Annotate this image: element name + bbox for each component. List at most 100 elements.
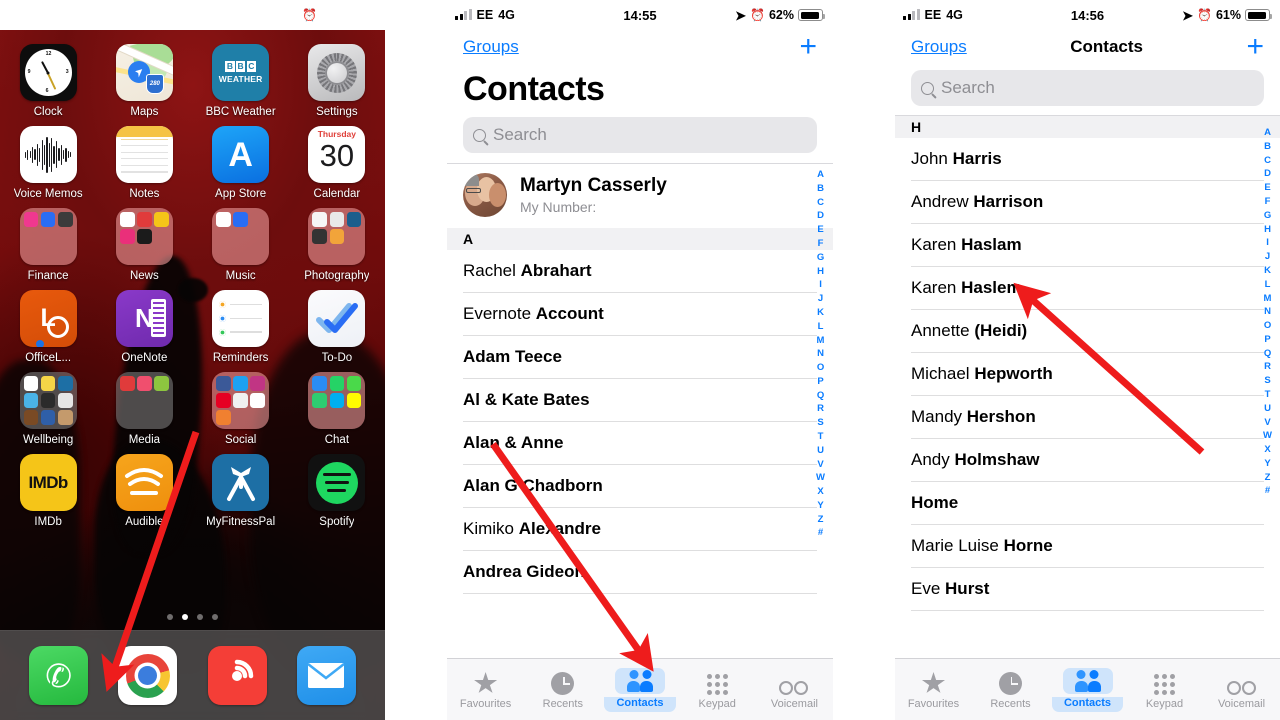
add-contact-button[interactable]: + [1246, 32, 1264, 62]
tab-favourites[interactable]: Favourites [447, 659, 524, 720]
page-dot[interactable] [212, 614, 218, 620]
contact-row[interactable]: Evernote Account [447, 293, 833, 336]
alphabet-index-letter[interactable]: L [816, 320, 826, 334]
app-imdb[interactable]: IMDb IMDb [0, 446, 96, 528]
alphabet-index-letter[interactable]: Y [1262, 457, 1272, 471]
alphabet-index-letter[interactable]: C [1262, 154, 1273, 168]
alphabet-index-letter[interactable]: W [814, 471, 827, 485]
alphabet-index-letter[interactable]: G [815, 251, 826, 265]
folder-news[interactable]: News [96, 200, 192, 282]
folder-wellbeing[interactable]: Wellbeing [0, 364, 96, 446]
app-audible[interactable]: Audible [96, 446, 192, 528]
app-notes[interactable]: Notes [96, 118, 192, 200]
folder-social[interactable]: Social [193, 364, 289, 446]
folder-music[interactable]: Music [193, 200, 289, 282]
contact-row[interactable]: Al & Kate Bates [447, 379, 833, 422]
alphabet-index-letter[interactable]: B [1262, 140, 1273, 154]
alphabet-index-letter[interactable]: S [815, 416, 825, 430]
page-indicator-dots[interactable] [0, 614, 385, 620]
alphabet-index-letter[interactable]: U [1262, 402, 1273, 416]
alphabet-index-letter[interactable]: H [1262, 222, 1273, 236]
alphabet-index-letter[interactable]: O [815, 361, 826, 375]
app-myfitnesspal[interactable]: MyFitnessPal [193, 446, 289, 528]
contact-row[interactable]: Adam Teece [447, 336, 833, 379]
page-dot[interactable] [197, 614, 203, 620]
alphabet-index-letter[interactable]: N [1262, 305, 1273, 319]
alphabet-index-letter[interactable]: J [1263, 250, 1272, 264]
tab-contacts[interactable]: Contacts [1049, 659, 1126, 720]
alphabet-index-letter[interactable]: D [815, 209, 826, 223]
add-contact-button[interactable]: + [799, 32, 817, 62]
alphabet-index-letter[interactable]: Q [815, 389, 826, 403]
alphabet-index-letter[interactable]: L [1263, 278, 1273, 292]
groups-button[interactable]: Groups [463, 37, 519, 57]
contact-row[interactable]: Alan & Anne [447, 422, 833, 465]
alphabet-index-letter[interactable]: V [1262, 415, 1272, 429]
alphabet-index-letter[interactable]: A [1262, 126, 1273, 140]
contact-row[interactable]: Marie Luise Horne [895, 525, 1280, 568]
alphabet-index-letter[interactable]: O [1262, 319, 1273, 333]
alphabet-index[interactable]: A B C D E F G H I J K L M N O P Q R S T U V W X Y Z # [814, 168, 827, 540]
dock-app-phone[interactable]: ✆ [29, 646, 89, 705]
page-dot-active[interactable] [182, 614, 188, 620]
tab-recents[interactable]: Recents [972, 659, 1049, 720]
alphabet-index-letter[interactable]: Z [1263, 471, 1273, 485]
alphabet-index-letter[interactable]: # [1263, 484, 1272, 498]
contact-row[interactable]: Karen Haslem [895, 267, 1280, 310]
alphabet-index-letter[interactable]: X [1262, 443, 1272, 457]
alphabet-index-letter[interactable]: A [815, 168, 826, 182]
dock-app-mail[interactable] [296, 646, 356, 705]
alphabet-index-letter[interactable]: F [1263, 195, 1273, 209]
tab-recents[interactable]: Recents [524, 659, 601, 720]
alphabet-index-letter[interactable]: K [815, 306, 826, 320]
dock-app-chrome[interactable] [118, 646, 178, 705]
contact-row[interactable]: Andrew Harrison [895, 181, 1280, 224]
alphabet-index-letter[interactable]: J [816, 292, 825, 306]
app-bbc-weather[interactable]: B B C WEATHER BBC Weather [193, 36, 289, 118]
alphabet-index-letter[interactable]: P [1262, 333, 1272, 347]
folder-media[interactable]: Media [96, 364, 192, 446]
contact-row[interactable]: Home [895, 482, 1280, 525]
alphabet-index-letter[interactable]: W [1261, 429, 1274, 443]
folder-finance[interactable]: Finance [0, 200, 96, 282]
groups-button[interactable]: Groups [911, 37, 967, 57]
alphabet-index-letter[interactable]: G [1262, 209, 1273, 223]
tab-keypad[interactable]: Keypad [679, 659, 756, 720]
contact-row[interactable]: Annette (Heidi) [895, 310, 1280, 353]
alphabet-index-letter[interactable]: I [1264, 236, 1271, 250]
alphabet-index-letter[interactable]: N [815, 347, 826, 361]
contact-row[interactable]: Andrea Gideon [447, 551, 833, 594]
contact-row[interactable]: Andy Holmshaw [895, 439, 1280, 482]
alphabet-index-letter[interactable]: Y [815, 499, 825, 513]
alphabet-index-letter[interactable]: R [815, 402, 826, 416]
alphabet-index-letter[interactable]: # [816, 526, 825, 540]
alphabet-index-letter[interactable]: P [815, 375, 825, 389]
alphabet-index-letter[interactable]: M [815, 333, 827, 347]
alphabet-index-letter[interactable]: U [815, 444, 826, 458]
alphabet-index[interactable]: A B C D E F G H I J K L M N O P Q R S T U V W X Y Z # [1261, 126, 1274, 498]
alphabet-index-letter[interactable]: T [816, 430, 826, 444]
contact-row[interactable]: Karen Haslam [895, 224, 1280, 267]
alphabet-index-letter[interactable]: M [1262, 291, 1274, 305]
app-voice-memos[interactable]: Voice Memos [0, 118, 96, 200]
alphabet-index-letter[interactable]: D [1262, 167, 1273, 181]
alphabet-index-letter[interactable]: K [1262, 264, 1273, 278]
tab-voicemail[interactable]: Voicemail [1203, 659, 1280, 720]
tab-keypad[interactable]: Keypad [1126, 659, 1203, 720]
contact-row[interactable]: Rachel Abrahart [447, 250, 833, 293]
alphabet-index-letter[interactable]: Z [816, 513, 826, 527]
contact-row[interactable]: Kimiko Alexandre [447, 508, 833, 551]
alphabet-index-letter[interactable]: C [815, 196, 826, 210]
alphabet-index-letter[interactable]: X [815, 485, 825, 499]
alphabet-index-letter[interactable]: E [815, 223, 825, 237]
page-dot[interactable] [167, 614, 173, 620]
app-to-do[interactable]: To-Do [289, 282, 385, 364]
app-app-store[interactable]: A App Store [193, 118, 289, 200]
contact-row[interactable]: Michael Hepworth [895, 353, 1280, 396]
contact-row[interactable]: Eve Hurst [895, 568, 1280, 611]
contact-row[interactable]: Alan G Chadborn [447, 465, 833, 508]
app-office-lens[interactable]: L OfficeL... [0, 282, 96, 364]
alphabet-index-letter[interactable]: I [817, 278, 824, 292]
app-calendar[interactable]: Thursday 30 Calendar [289, 118, 385, 200]
app-settings[interactable]: Settings [289, 36, 385, 118]
